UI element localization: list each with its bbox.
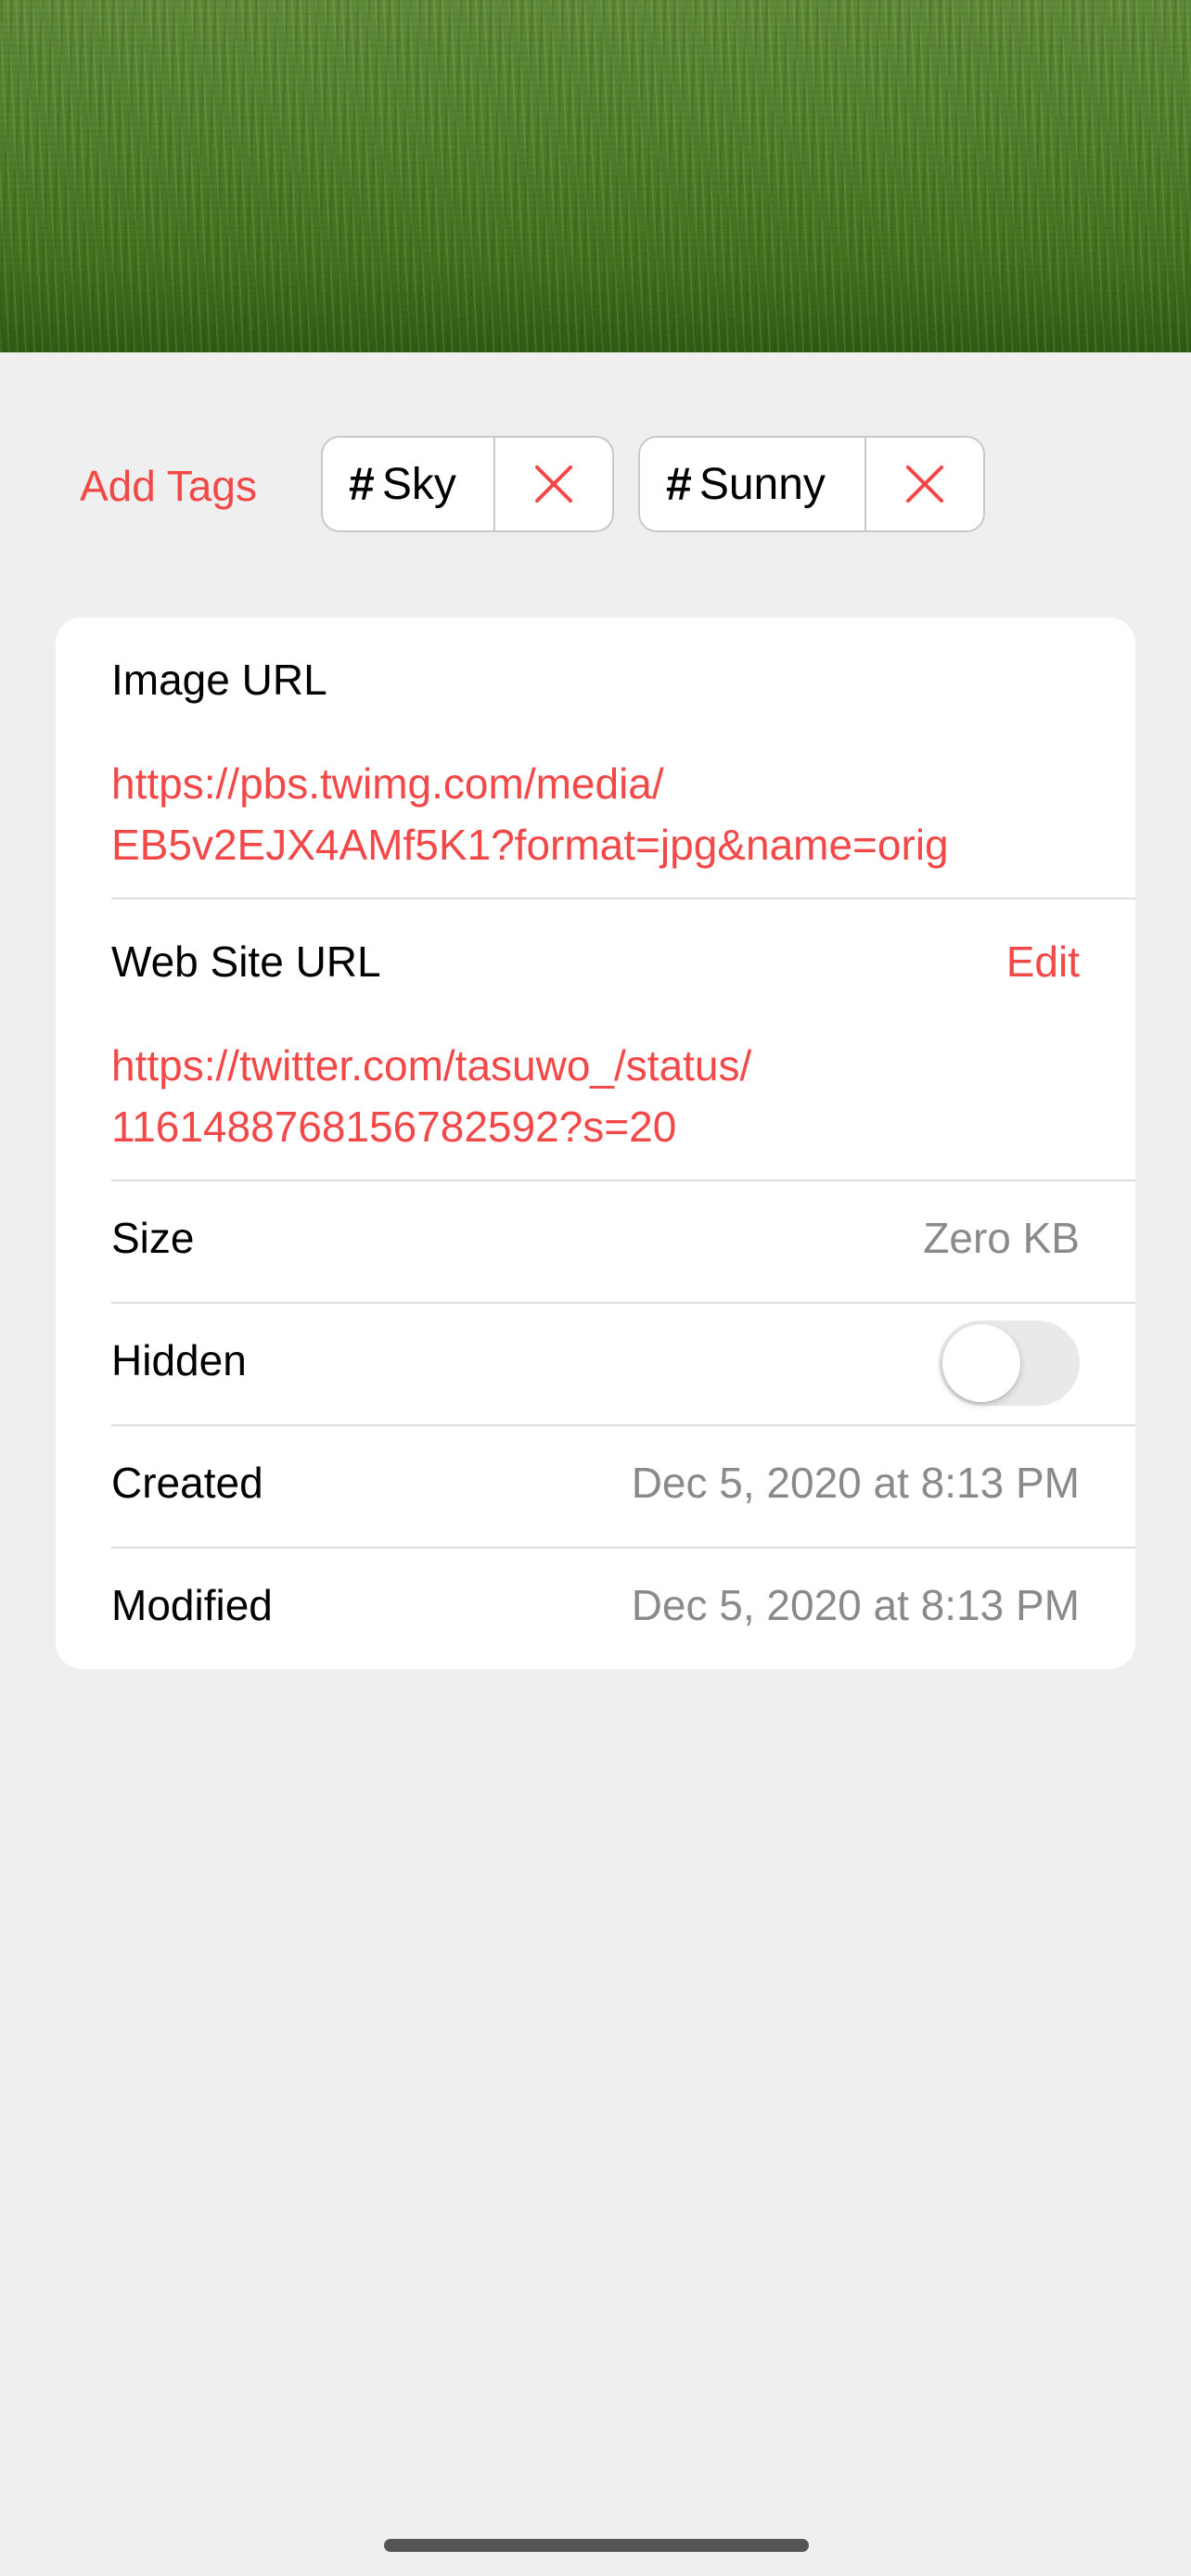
divider [111,898,1135,899]
close-icon [535,465,572,503]
image-url-line-2: EB5v2EJX4AMf5K1?format=jpg&name=orig [111,821,949,869]
hidden-toggle[interactable] [939,1320,1080,1406]
tag-label[interactable]: # Sunny [640,438,866,530]
website-url-line-1: https://twitter.com/tasuwo_/status/ [111,1041,752,1090]
close-icon [906,465,943,503]
image-url-line-1: https://pbs.twimg.com/media/ [111,759,664,808]
divider [111,1302,1135,1304]
clip-image[interactable] [0,0,1191,352]
tags-row: Add Tags # Sky # Sunny [0,436,1191,536]
add-tags-button[interactable]: Add Tags [80,436,257,536]
modified-value: Dec 5, 2020 at 8:13 PM [631,1581,1080,1629]
remove-tag-button[interactable] [866,438,983,530]
tag-chip-sunny: # Sunny [638,436,985,532]
size-value: Zero KB [923,1214,1080,1262]
remove-tag-button[interactable] [495,438,612,530]
website-url-row: Web Site URL [111,937,1135,987]
toggle-knob [942,1324,1020,1402]
website-url-line-2: 1161488768156782592?s=20 [111,1103,677,1151]
tag-label[interactable]: # Sky [323,438,495,530]
home-indicator[interactable] [384,2539,809,2552]
tag-name: Sunny [698,459,826,509]
website-url-label: Web Site URL [111,937,381,986]
image-url-link[interactable]: https://pbs.twimg.com/media/ EB5v2EJX4AM… [111,753,1135,875]
hashtag-icon: # [666,458,692,510]
hashtag-icon: # [349,458,375,510]
tag-name: Sky [381,459,456,509]
divider [111,1180,1135,1181]
created-value: Dec 5, 2020 at 8:13 PM [631,1459,1080,1507]
image-url-label: Image URL [111,656,327,704]
divider [111,1424,1135,1426]
edit-website-url-button[interactable]: Edit [1006,937,1080,987]
tag-chip-sky: # Sky [321,436,614,532]
website-url-link[interactable]: https://twitter.com/tasuwo_/status/ 1161… [111,1035,1135,1157]
details-card: Image URL https://pbs.twimg.com/media/ E… [56,618,1135,1669]
image-url-row: Image URL [111,655,1135,705]
divider [111,1547,1135,1549]
